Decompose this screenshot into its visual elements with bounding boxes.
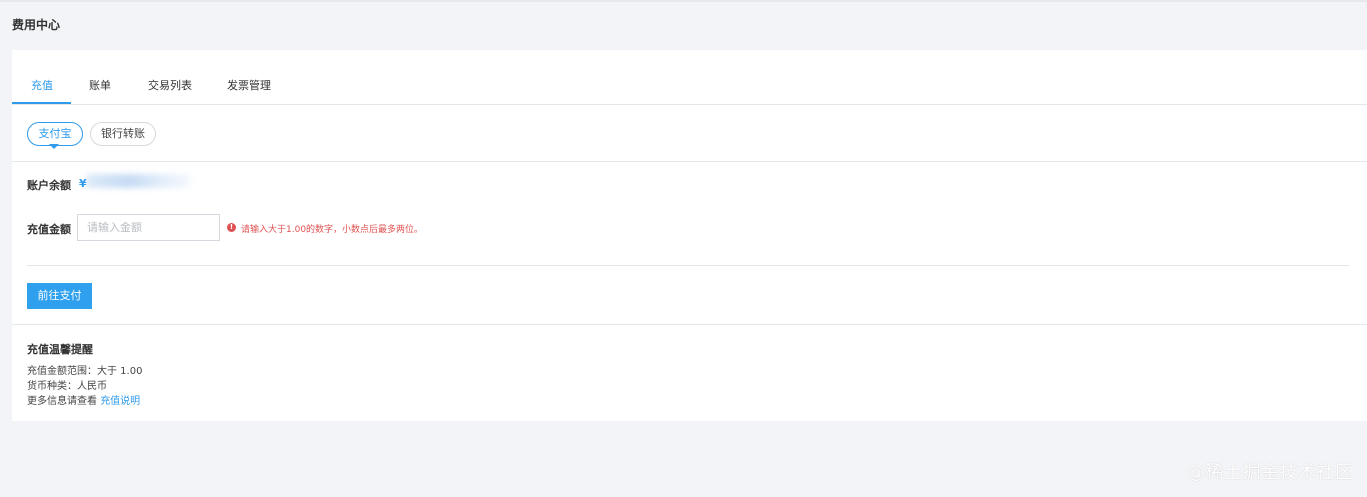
payment-method-bank-transfer[interactable]: 银行转账 bbox=[90, 122, 156, 146]
tips-currency: 货币种类：人民币 bbox=[27, 381, 107, 392]
tab-invoice[interactable]: 发票管理 bbox=[227, 77, 271, 105]
recharge-instructions-link[interactable]: 充值说明 bbox=[100, 396, 140, 407]
active-tab-indicator bbox=[12, 102, 71, 104]
balance-label: 账户余额 bbox=[27, 179, 71, 192]
tips-range: 充值金额范围：大于 1.00 bbox=[27, 366, 143, 377]
tab-recharge[interactable]: 充值 bbox=[31, 77, 53, 105]
section-divider bbox=[12, 161, 1367, 162]
top-border bbox=[0, 0, 1367, 2]
proceed-to-pay-button[interactable]: 前往支付 bbox=[27, 283, 92, 309]
tips-divider bbox=[12, 324, 1367, 325]
form-divider bbox=[27, 265, 1349, 266]
tab-bar: 充值 账单 交易列表 发票管理 bbox=[12, 50, 1367, 105]
recharge-amount-input[interactable] bbox=[77, 214, 220, 241]
tips-title: 充值温馨提醒 bbox=[27, 343, 93, 356]
error-message: 请输入大于1.00的数字，小数点后最多两位。 bbox=[241, 225, 424, 235]
balance-amount-blurred bbox=[86, 174, 192, 188]
tips-more-info: 更多信息请查看 充值说明 bbox=[27, 392, 140, 407]
tab-transactions[interactable]: 交易列表 bbox=[148, 77, 192, 105]
watermark: @稀土掘金技术社区 bbox=[1187, 462, 1354, 483]
recharge-amount-label: 充值金额 bbox=[27, 223, 71, 236]
content-card: 充值 账单 交易列表 发票管理 支付宝 银行转账 账户余额 ¥ 充值金额 ! 请… bbox=[12, 50, 1367, 421]
payment-method-alipay[interactable]: 支付宝 bbox=[27, 122, 83, 146]
tips-more-prefix: 更多信息请查看 bbox=[27, 396, 97, 407]
tab-bill[interactable]: 账单 bbox=[89, 77, 111, 105]
page-title: 费用中心 bbox=[12, 18, 61, 32]
exclamation-circle-icon: ! bbox=[227, 223, 236, 232]
caret-down-icon bbox=[49, 144, 59, 149]
